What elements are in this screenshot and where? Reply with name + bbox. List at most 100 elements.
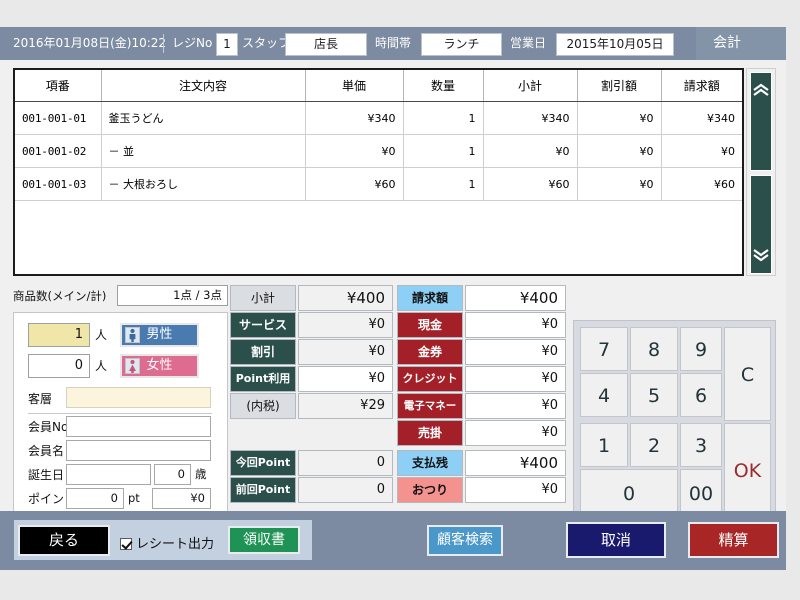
cell-unitprice: ¥60	[305, 167, 404, 201]
button-electronic-money[interactable]: 電子マネー	[397, 393, 463, 419]
back-button[interactable]: 戻る	[18, 525, 110, 556]
totals-grid: 小計 ¥400 請求額 ¥400 サービス ¥0 現金 ¥0 割引 ¥0 金券 …	[230, 285, 566, 528]
cell-order: － 大根おろし	[101, 167, 306, 201]
cancel-button[interactable]: 取消	[566, 522, 666, 558]
order-table-header-row: 項番 注文内容 単価 数量 小計 割引額 請求額	[15, 70, 742, 102]
cell-discount: ¥0	[577, 134, 662, 168]
table-row[interactable]: 001-001-01 釜玉うどん ¥340 1 ¥340 ¥0 ¥340	[15, 101, 742, 135]
double-chevron-up-icon[interactable]	[750, 72, 772, 171]
totals-row-point-use: Point利用 ¥0 クレジット ¥0	[230, 366, 566, 392]
button-gift-certificate[interactable]: 金券	[397, 339, 463, 365]
header-bar-right-segment	[696, 27, 786, 60]
button-credit[interactable]: クレジット	[397, 366, 463, 392]
header-divider	[163, 34, 164, 53]
gender-female-button[interactable]: 女性	[120, 354, 199, 378]
cell-item-no: 001-001-01	[15, 101, 102, 135]
table-row[interactable]: 001-001-03 － 大根おろし ¥60 1 ¥60 ¥0 ¥60	[15, 167, 742, 201]
receipt-print-checkbox[interactable]: レシート出力	[120, 533, 214, 552]
value-change: ¥0	[465, 477, 566, 503]
key-00[interactable]: 00	[680, 469, 722, 517]
customer-search-button[interactable]: 顧客検索	[427, 525, 503, 556]
key-1[interactable]: 1	[580, 423, 628, 467]
key-9[interactable]: 9	[680, 327, 722, 371]
order-table-container: 項番 注文内容 単価 数量 小計 割引額 請求額 001-001-01 釜玉うど…	[13, 68, 744, 276]
key-ok[interactable]: OK	[724, 423, 771, 517]
button-cash[interactable]: 現金	[397, 312, 463, 338]
totals-row-included-tax: (内税) ¥29 電子マネー ¥0	[230, 393, 566, 419]
male-person-icon	[125, 327, 140, 343]
key-8[interactable]: 8	[630, 327, 678, 371]
member-no-field[interactable]	[66, 416, 211, 437]
cell-amount: ¥340	[661, 101, 742, 135]
member-name-label: 会員名	[28, 444, 65, 458]
cell-item-no: 001-001-02	[15, 134, 102, 168]
column-header-qty: 数量	[403, 70, 484, 102]
value-remaining-payment: ¥400	[465, 450, 566, 476]
age-field[interactable]: 0	[154, 464, 191, 485]
cell-order: － 並	[101, 134, 306, 168]
birthday-field[interactable]	[66, 464, 151, 485]
business-day-label: 営業日	[510, 36, 547, 50]
button-service[interactable]: サービス	[230, 312, 296, 338]
totals-row-previous-point: 前回Point 0 おつり ¥0	[230, 477, 566, 503]
button-receivable[interactable]: 売掛	[397, 420, 463, 446]
header-bar: 2016年01月08日(金)10:22 レジNo 1 スタッフ 店長 時間帯 ラ…	[0, 27, 786, 60]
cell-discount: ¥0	[577, 167, 662, 201]
settle-button[interactable]: 精算	[688, 522, 779, 558]
label-previous-point: 前回Point	[230, 477, 296, 503]
key-5[interactable]: 5	[630, 373, 678, 417]
female-count-field[interactable]: 0	[28, 354, 90, 378]
point-unit: pt	[128, 491, 140, 505]
segment-label: 客層	[28, 392, 53, 406]
value-previous-point: 0	[298, 477, 393, 503]
receipt-print-label: レシート出力	[136, 537, 215, 552]
point-value-field[interactable]: 0	[66, 488, 124, 509]
key-2[interactable]: 2	[630, 423, 678, 467]
cell-item-no: 001-001-03	[15, 167, 102, 201]
female-count-unit: 人	[95, 359, 108, 373]
cell-amount: ¥60	[661, 167, 742, 201]
key-0[interactable]: 0	[580, 469, 678, 517]
button-point-use[interactable]: Point利用	[230, 366, 296, 392]
column-header-amount: 請求額	[661, 70, 742, 102]
label-subtotal: 小計	[230, 285, 296, 311]
value-receivable: ¥0	[465, 420, 566, 446]
staff-field[interactable]: 店長	[285, 33, 367, 56]
value-included-tax: ¥29	[298, 393, 393, 419]
key-7[interactable]: 7	[580, 327, 628, 371]
label-change: おつり	[397, 477, 463, 503]
key-clear[interactable]: C	[724, 327, 771, 421]
value-service: ¥0	[298, 312, 393, 338]
receipt-button[interactable]: 領収書	[228, 526, 300, 554]
totals-row-discount: 割引 ¥0 金券 ¥0	[230, 339, 566, 365]
register-no-field[interactable]: 1	[216, 33, 238, 56]
cell-subtotal: ¥0	[483, 134, 578, 168]
key-4[interactable]: 4	[580, 373, 628, 417]
table-row[interactable]: 001-001-02 － 並 ¥0 1 ¥0 ¥0 ¥0	[15, 134, 742, 168]
gender-male-button[interactable]: 男性	[120, 323, 199, 347]
age-unit: 歳	[195, 467, 207, 481]
member-name-field[interactable]	[66, 440, 211, 461]
business-day-field[interactable]: 2015年10月05日	[556, 33, 674, 56]
value-cash: ¥0	[465, 312, 566, 338]
period-field[interactable]: ランチ	[421, 33, 502, 56]
key-6[interactable]: 6	[680, 373, 722, 417]
button-discount[interactable]: 割引	[230, 339, 296, 365]
column-header-subtotal: 小計	[483, 70, 578, 102]
member-no-label: 会員No	[28, 420, 69, 434]
value-discount: ¥0	[298, 339, 393, 365]
item-count-row: 商品数(メイン/計) 1点 / 3点	[13, 285, 228, 307]
panel-divider	[28, 413, 212, 414]
cell-subtotal: ¥340	[483, 101, 578, 135]
female-person-icon	[125, 358, 140, 374]
gender-male-label: 男性	[146, 327, 173, 342]
cell-discount: ¥0	[577, 101, 662, 135]
totals-row-receivable: 売掛 ¥0	[230, 420, 566, 446]
segment-field[interactable]	[66, 387, 211, 408]
key-3[interactable]: 3	[680, 423, 722, 467]
order-table-scrollbar[interactable]	[746, 68, 776, 276]
value-credit: ¥0	[465, 366, 566, 392]
male-count-field[interactable]: 1	[28, 323, 90, 347]
double-chevron-down-icon[interactable]	[750, 175, 772, 274]
totals-row-service: サービス ¥0 現金 ¥0	[230, 312, 566, 338]
